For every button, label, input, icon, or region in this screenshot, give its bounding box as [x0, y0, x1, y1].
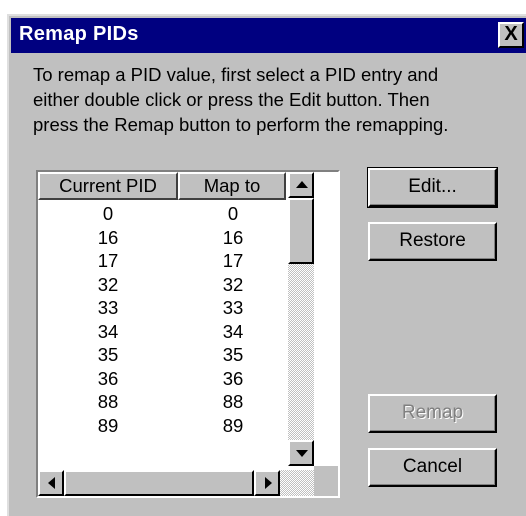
horizontal-scroll-thumb[interactable] [64, 470, 254, 496]
instructions-text: To remap a PID value, first select a PID… [33, 64, 449, 135]
map-to-cell: 35 [222, 344, 244, 365]
table-row[interactable]: 33 33 [38, 296, 288, 320]
horizontal-scrollbar[interactable] [38, 470, 314, 496]
column-header-map-to[interactable]: Map to [178, 172, 286, 200]
scroll-up-button[interactable] [288, 172, 314, 198]
edit-button[interactable]: Edit... [367, 167, 498, 208]
current-pid-cell: 34 [97, 320, 119, 342]
map-to-cell: 33 [222, 297, 244, 318]
current-pid-cell: 32 [97, 273, 119, 295]
table-row[interactable]: 17 17 [38, 249, 288, 273]
map-to-cell: 17 [222, 250, 244, 271]
arrow-left-icon [48, 477, 55, 489]
arrow-up-icon [296, 181, 308, 188]
table-row[interactable]: 36 36 [38, 367, 288, 391]
table-row[interactable]: 35 35 [38, 343, 288, 367]
remap-button[interactable]: Remap [368, 394, 497, 433]
current-pid-cell: 35 [97, 344, 119, 365]
cancel-button[interactable]: Cancel [368, 448, 497, 487]
arrow-right-icon [265, 477, 272, 489]
current-pid-cell: 88 [97, 391, 119, 412]
current-pid-cell: 16 [97, 226, 119, 248]
vertical-scrollbar[interactable] [288, 172, 314, 466]
title-bar[interactable]: Remap PIDs X [11, 18, 526, 53]
map-to-cell: 34 [222, 320, 244, 342]
remap-pids-dialog: Remap PIDs X To remap a PID value, first… [7, 14, 526, 516]
list-rows: 0 0 16 16 17 17 32 32 33 33 34 34 35 35 36 36 88 88 89 89 [38, 202, 288, 437]
map-to-cell: 16 [222, 226, 244, 248]
column-header-current-pid[interactable]: Current PID [38, 172, 178, 200]
table-row[interactable]: 00 [38, 202, 288, 226]
map-to-cell: 89 [222, 414, 244, 436]
vertical-scroll-thumb[interactable] [288, 198, 314, 264]
map-to-cell: 36 [222, 367, 244, 389]
table-row[interactable]: 89 89 [38, 414, 288, 438]
table-row[interactable]: 16 16 [38, 226, 288, 250]
close-icon: X [504, 23, 518, 45]
scrollbar-corner [314, 466, 338, 496]
restore-button[interactable]: Restore [368, 222, 497, 261]
list-header: Current PID Map to [38, 172, 288, 200]
window-title: Remap PIDs [19, 23, 139, 45]
pid-list[interactable]: Current PID Map to 0 0 16 16 17 17 32 32 33 33 34 3… [36, 170, 340, 498]
current-pid-cell: 36 [97, 367, 119, 389]
close-button[interactable]: X [498, 22, 524, 48]
scroll-left-button[interactable] [38, 470, 64, 496]
arrow-down-icon [296, 450, 308, 457]
map-to-cell: 32 [222, 273, 244, 295]
table-row[interactable]: 32 32 [38, 273, 288, 297]
scroll-right-button[interactable] [254, 470, 280, 496]
map-to-cell: 88 [222, 391, 244, 412]
current-pid-cell: 0 [102, 203, 114, 224]
scroll-down-button[interactable] [288, 440, 314, 466]
map-to-cell: 0 [227, 203, 239, 224]
current-pid-cell: 17 [97, 250, 119, 271]
table-row[interactable]: 34 34 [38, 320, 288, 344]
current-pid-cell: 89 [97, 414, 119, 436]
table-row[interactable]: 88 88 [38, 390, 288, 414]
current-pid-cell: 33 [97, 297, 119, 318]
